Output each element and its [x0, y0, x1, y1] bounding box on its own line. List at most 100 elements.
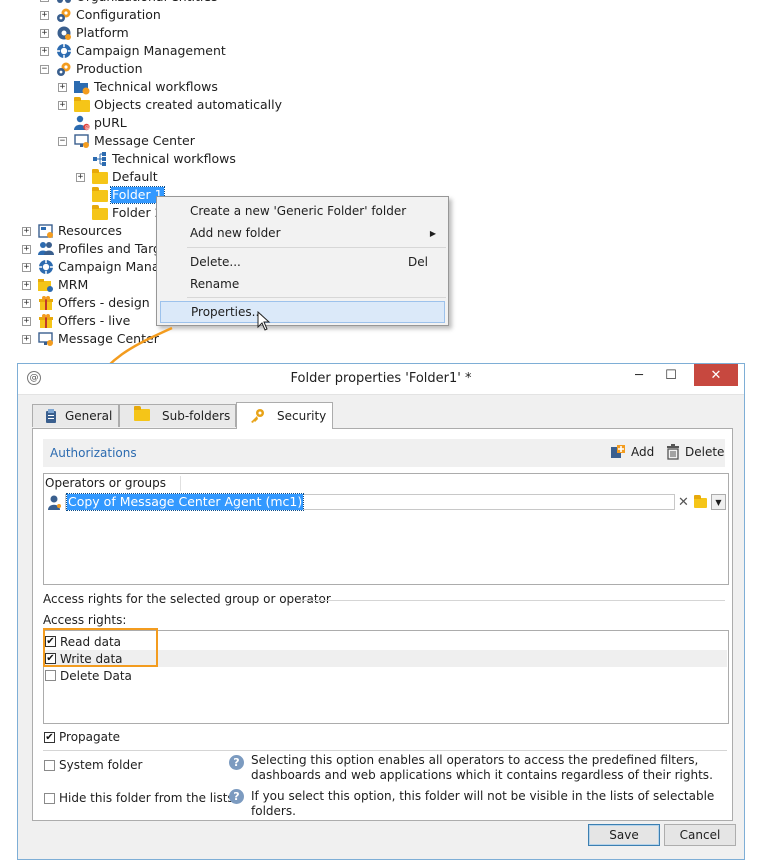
campaign-icon — [38, 259, 54, 275]
folder-icon — [92, 205, 108, 221]
operator-field[interactable]: Copy of Message Center Agent (mc1) — [65, 493, 675, 511]
tree-item[interactable]: + Technical workflows — [58, 78, 219, 96]
expand-icon[interactable]: + — [40, 10, 49, 20]
access-rights-label: Access rights: — [43, 613, 127, 627]
propagate-option[interactable]: ✔ Propagate — [44, 729, 120, 745]
context-menu: Create a new 'Generic Folder' folder Add… — [156, 196, 449, 326]
purl-icon: @ — [74, 115, 90, 131]
menu-item-create-generic-folder[interactable]: Create a new 'Generic Folder' folder — [157, 200, 448, 222]
tab-security-label: Security — [277, 409, 327, 423]
delete-data-checkbox[interactable] — [45, 670, 56, 681]
minimize-button[interactable]: ─ — [624, 364, 654, 386]
menu-item-label: Add new folder — [190, 226, 281, 240]
menu-item-add-new-folder[interactable]: Add new folder ▶ — [157, 222, 448, 244]
folder-browse-icon[interactable] — [693, 495, 707, 508]
propagate-label: Propagate — [59, 730, 121, 744]
tab-sub-folders-label: Sub-folders — [162, 409, 231, 423]
expand-icon[interactable]: + — [22, 226, 31, 236]
tree-item[interactable]: + Resources — [22, 222, 123, 240]
access-rights-group-label: Access rights for the selected group or … — [43, 592, 331, 606]
cancel-button[interactable]: Cancel — [664, 824, 736, 846]
profiles-icon — [38, 241, 54, 257]
collapse-icon[interactable]: − — [40, 64, 49, 74]
tree-item-label: Objects created automatically — [94, 97, 283, 112]
system-folder-option[interactable]: System folder — [44, 757, 142, 773]
campaign-icon — [56, 43, 72, 59]
hide-folder-checkbox[interactable] — [44, 792, 55, 804]
workflow-icon — [92, 151, 108, 167]
expand-icon[interactable]: + — [58, 100, 67, 110]
highlight-box — [43, 628, 158, 667]
tree-item[interactable]: @ pURL — [58, 114, 128, 132]
tree-item[interactable]: + Default — [76, 168, 159, 186]
tree-item[interactable]: − Message Center — [58, 132, 196, 150]
operator-icon — [48, 495, 61, 510]
tab-security[interactable]: Security — [236, 402, 333, 429]
menu-item-rename[interactable]: Rename — [157, 273, 448, 295]
separator — [43, 750, 727, 751]
group-separator — [300, 600, 725, 601]
propagate-checkbox[interactable]: ✔ — [44, 731, 55, 743]
expand-icon[interactable]: + — [22, 280, 31, 290]
operators-list: Operators or groups Copy of Message Cent… — [43, 473, 729, 585]
tree-item[interactable]: − Production — [40, 60, 144, 78]
tree-item[interactable]: + Objects created automatically — [58, 96, 283, 114]
right-delete-data[interactable]: Delete Data — [45, 667, 727, 684]
tree-item-label: MRM — [58, 277, 89, 292]
operator-row[interactable]: Copy of Message Center Agent (mc1) ✕ ▼ — [44, 492, 728, 512]
expand-icon[interactable]: + — [22, 262, 31, 272]
hide-folder-label: Hide this folder from the lists — [59, 791, 234, 805]
save-button[interactable]: Save — [588, 824, 660, 846]
clear-icon[interactable]: ✕ — [678, 495, 689, 510]
folder-icon — [134, 406, 150, 421]
tree-item[interactable]: + Campaign Management — [40, 42, 227, 60]
svg-text:@: @ — [85, 125, 90, 131]
trash-icon — [667, 444, 679, 460]
operators-column-header[interactable]: Operators or groups — [45, 476, 181, 491]
tree-item-label: Production — [76, 61, 143, 76]
tree-item-label: Resources — [58, 223, 122, 238]
expand-icon[interactable]: + — [22, 298, 31, 308]
tree-item[interactable]: Folder 2 — [76, 204, 164, 222]
folder-workflow-icon — [74, 79, 90, 95]
expand-icon[interactable]: + — [58, 82, 67, 92]
hide-folder-option[interactable]: Hide this folder from the lists — [44, 790, 234, 806]
close-button[interactable]: ✕ — [694, 364, 738, 386]
tree-item[interactable]: Folder 1 — [76, 186, 165, 204]
tree-item[interactable]: + Offers - design — [22, 294, 151, 312]
tab-sub-folders[interactable]: Sub-folders — [119, 404, 236, 427]
expand-icon[interactable]: + — [76, 172, 85, 182]
expand-icon[interactable]: + — [22, 334, 31, 344]
no-toggle — [76, 155, 85, 164]
org-icon — [56, 0, 72, 5]
delete-button[interactable]: Delete — [666, 444, 724, 460]
tree-item-label: Technical workflows — [112, 151, 236, 166]
expand-icon[interactable]: + — [22, 316, 31, 326]
tree-item[interactable]: + MRM — [22, 276, 89, 294]
expand-icon[interactable]: + — [40, 46, 49, 56]
tree-item[interactable]: + Platform — [40, 24, 130, 42]
tree-item[interactable]: + Configuration — [40, 6, 162, 24]
expand-icon[interactable]: + — [40, 28, 49, 38]
tree-item-label: Default — [112, 169, 158, 184]
expand-icon[interactable]: + — [40, 0, 49, 2]
menu-item-delete[interactable]: Delete... Del — [157, 251, 448, 273]
maximize-button[interactable]: ☐ — [656, 364, 686, 386]
tab-general[interactable]: General — [32, 404, 119, 427]
menu-item-label: Create a new 'Generic Folder' folder — [190, 204, 407, 218]
menu-item-properties[interactable]: Properties... — [160, 301, 445, 323]
tab-general-label: General — [65, 409, 113, 423]
tree-item-label: Organizational entities — [75, 0, 219, 5]
expand-icon[interactable]: + — [22, 244, 31, 254]
system-folder-checkbox[interactable] — [44, 759, 55, 771]
menu-item-label: Delete... — [190, 255, 241, 269]
folder-icon — [92, 169, 108, 185]
collapse-icon[interactable]: − — [58, 136, 67, 146]
authorizations-label: Authorizations — [50, 446, 137, 460]
chevron-down-icon[interactable]: ▼ — [710, 494, 726, 510]
tree-item[interactable]: Technical workflows — [76, 150, 237, 168]
menu-separator — [187, 297, 446, 298]
add-button[interactable]: Add — [610, 444, 654, 460]
submenu-arrow-icon: ▶ — [429, 228, 436, 238]
dialog-titlebar: @ Folder properties 'Folder1' * ─ ☐ ✕ — [18, 364, 744, 395]
